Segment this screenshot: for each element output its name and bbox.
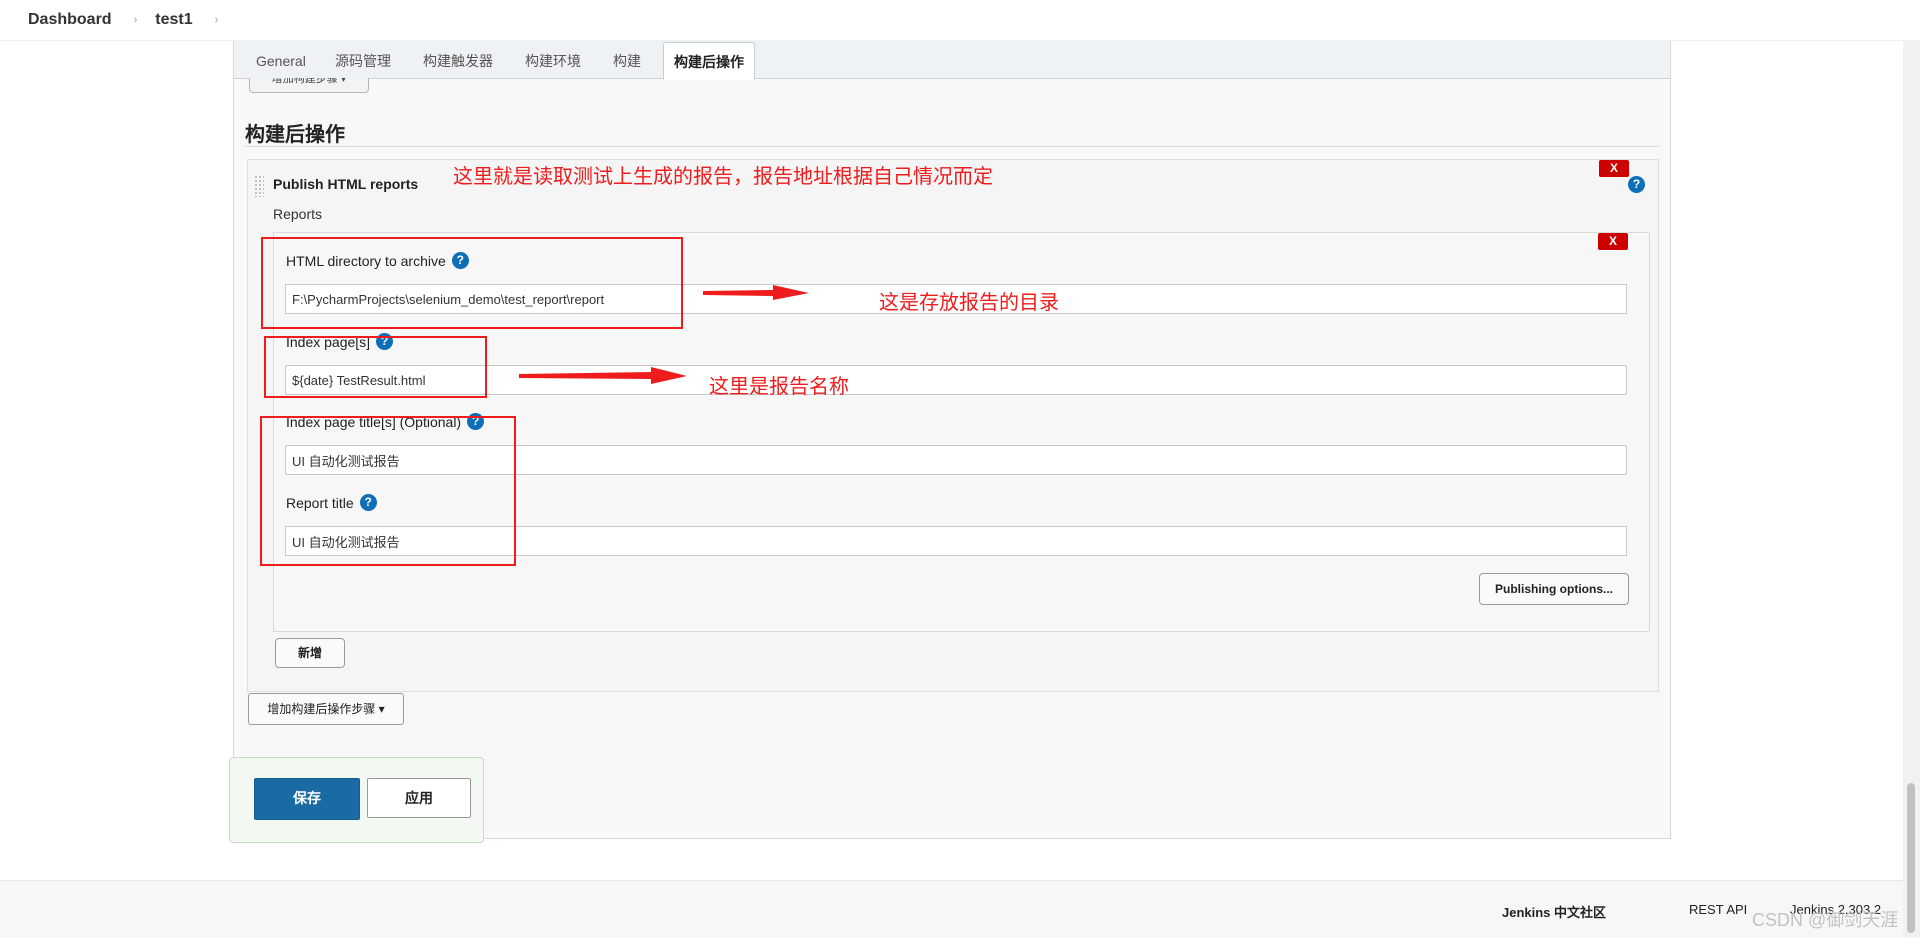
footer-community-link[interactable]: Jenkins 中文社区 <box>1502 902 1606 921</box>
page-footer: Jenkins 中文社区 REST API Jenkins 2.303.2 <box>0 880 1920 938</box>
annotation-top-note: 这里就是读取测试上生成的报告，报告地址根据自己情况而定 <box>453 166 993 188</box>
add-report-button[interactable]: 新增 <box>275 638 345 668</box>
annotation-box-html-dir <box>261 237 683 329</box>
breadcrumb-dashboard[interactable]: Dashboard <box>28 11 112 29</box>
scrollbar-thumb[interactable] <box>1907 783 1915 933</box>
tab-environment[interactable]: 构建环境 <box>525 40 581 78</box>
section-divider <box>245 146 1659 147</box>
chevron-right-icon[interactable]: › <box>215 14 219 26</box>
breadcrumb-job[interactable]: test1 <box>155 11 192 29</box>
publishing-options-button[interactable]: Publishing options... <box>1479 573 1629 605</box>
delete-publisher-button[interactable]: X <box>1599 160 1629 177</box>
section-title: 构建后操作 <box>245 124 345 146</box>
annotation-arrow-index <box>519 367 687 384</box>
tab-post-build[interactable]: 构建后操作 <box>663 42 755 80</box>
page-scrollbar[interactable] <box>1903 40 1920 937</box>
breadcrumb: Dashboard › test1 › <box>0 0 1920 41</box>
annotation-box-index-page <box>264 336 487 398</box>
apply-button[interactable]: 应用 <box>367 778 471 818</box>
add-post-build-step-button[interactable]: 增加构建后操作步骤 ▾ <box>248 693 404 725</box>
annotation-arrow-dir <box>703 285 809 300</box>
tab-triggers[interactable]: 构建触发器 <box>423 40 493 78</box>
watermark: CSDN @御剑天涯 <box>1752 910 1899 930</box>
add-build-step-button[interactable]: 增加构建步骤 ▾ <box>249 78 369 93</box>
annotation-index-note: 这里是报告名称 <box>709 376 849 398</box>
drag-handle-icon[interactable] <box>254 175 264 197</box>
footer-rest-api-link[interactable]: REST API <box>1689 902 1747 917</box>
publisher-title: Publish HTML reports <box>273 176 419 192</box>
reports-label: Reports <box>273 206 323 222</box>
tab-general[interactable]: General <box>256 40 306 78</box>
annotation-dir-note: 这是存放报告的目录 <box>879 292 1059 314</box>
chevron-right-icon[interactable]: › <box>134 14 138 26</box>
annotation-box-titles <box>260 416 516 566</box>
help-icon[interactable]: ? <box>1628 176 1645 193</box>
save-button[interactable]: 保存 <box>254 778 360 820</box>
tab-build[interactable]: 构建 <box>613 40 641 78</box>
config-tabbar: General 源码管理 构建触发器 构建环境 构建 构建后操作 <box>234 40 1670 80</box>
tab-scm[interactable]: 源码管理 <box>335 40 391 78</box>
form-actions: 保存 应用 <box>229 757 484 843</box>
delete-report-button[interactable]: X <box>1598 233 1628 250</box>
